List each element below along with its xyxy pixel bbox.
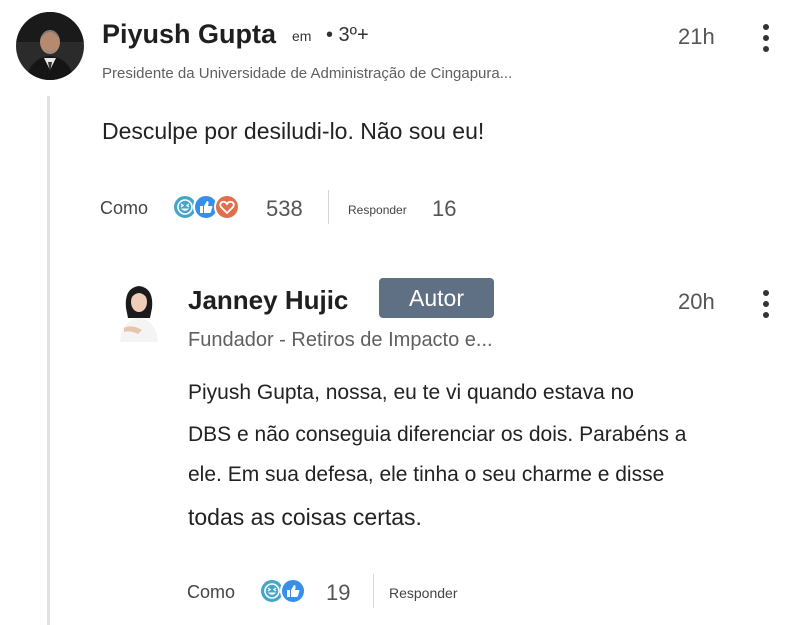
- comment-reaction-count[interactable]: 538: [266, 196, 303, 222]
- reply-author-headline: Fundador - Retiros de Impacto e...: [188, 329, 493, 351]
- reply-text-line-2: DBS e não conseguia diferenciar os dois.…: [188, 423, 687, 446]
- reply-more-icon[interactable]: [760, 290, 772, 318]
- comment-author-headline: Presidente da Universidade de Administra…: [102, 65, 513, 82]
- comment-author-name[interactable]: Piyush Gupta: [102, 19, 276, 50]
- janney-avatar[interactable]: [112, 278, 166, 342]
- reply-reaction-count[interactable]: 19: [326, 580, 350, 606]
- comment-reply-count[interactable]: 16: [432, 196, 456, 222]
- comment-like-button[interactable]: Como: [100, 198, 148, 219]
- author-badge: Autor: [379, 278, 494, 318]
- reply-text-line-4: todas as coisas certas.: [188, 504, 422, 530]
- reply-reactions[interactable]: [259, 578, 306, 604]
- comment-text: Desculpe por desiludi-lo. Não sou eu!: [102, 118, 485, 144]
- action-separator: [373, 574, 374, 608]
- reply-author-name[interactable]: Janney Hujic: [188, 285, 348, 316]
- reply-reply-button[interactable]: Responder: [389, 585, 458, 601]
- action-separator: [328, 190, 329, 224]
- connection-degree: • 3º+: [326, 24, 369, 46]
- comment-more-icon[interactable]: [760, 24, 772, 52]
- like-reaction-icon: [280, 578, 306, 604]
- reply-like-button[interactable]: Como: [187, 582, 235, 603]
- reply-text-line-3: ele. Em sua defesa, ele tinha o seu char…: [188, 463, 665, 486]
- love-reaction-icon: [214, 194, 240, 220]
- piyush-avatar[interactable]: [16, 12, 84, 80]
- comment-timestamp: 21h: [678, 24, 715, 49]
- comment-reactions[interactable]: [172, 194, 240, 220]
- reply-text-line-1: Piyush Gupta, nossa, eu te vi quando est…: [188, 381, 634, 404]
- connection-prefix: em: [292, 28, 312, 44]
- comment-reply-button[interactable]: Responder: [348, 203, 407, 217]
- thread-line: [47, 96, 50, 625]
- reply-timestamp: 20h: [678, 289, 715, 314]
